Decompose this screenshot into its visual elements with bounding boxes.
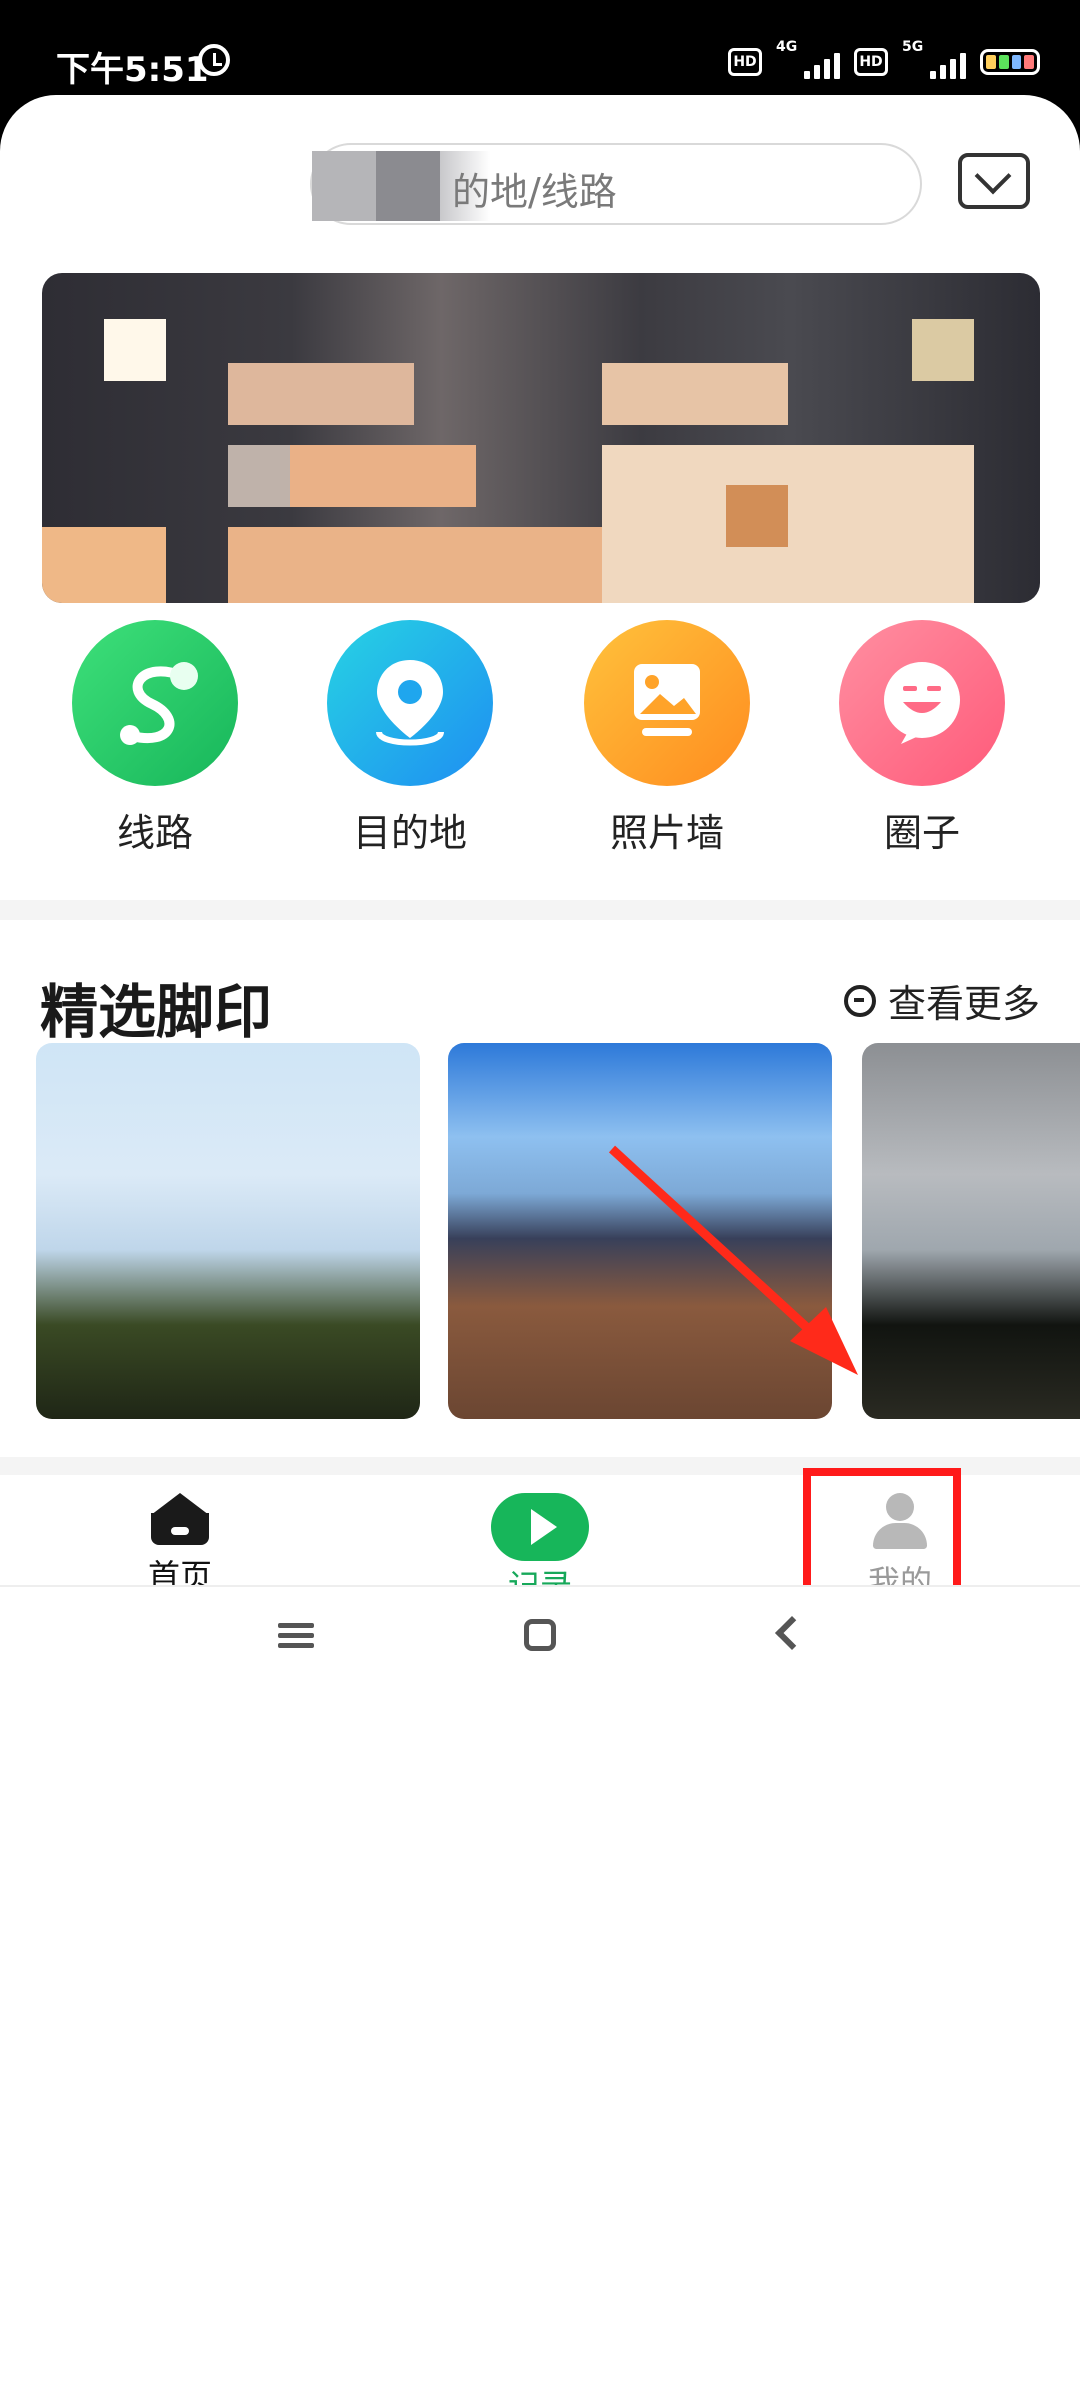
annotation-arrow — [608, 1145, 858, 1375]
signal-icon-2: 5G — [902, 39, 966, 79]
status-bar: 下午5:51 HD 4G HD 5G — [0, 0, 1080, 110]
status-time: 下午5:51 — [56, 50, 209, 90]
status-indicators: HD 4G HD 5G — [728, 39, 1040, 80]
back-icon[interactable] — [775, 1616, 809, 1650]
network-label-1: 4G — [776, 39, 798, 55]
hd-badge-1: HD — [728, 48, 762, 76]
system-nav-bar — [0, 1585, 1080, 1677]
home-icon — [151, 1493, 209, 1545]
home-button-icon[interactable] — [524, 1619, 556, 1651]
tab-home[interactable]: 首页 — [90, 1493, 270, 1597]
app-screen: 的地/线路 线路 目的地 照片墙 圈子 精选脚印 查看更多 首页 我的 — [0, 95, 1080, 2400]
battery-icon — [980, 49, 1040, 75]
network-label-2: 5G — [902, 39, 924, 55]
menu-icon[interactable] — [278, 1623, 314, 1649]
screen-padding — [0, 1675, 1080, 2400]
hd-badge-2: HD — [854, 48, 888, 76]
signal-icon-1: 4G — [776, 39, 840, 79]
play-icon — [491, 1493, 589, 1561]
alarm-icon — [198, 44, 230, 76]
